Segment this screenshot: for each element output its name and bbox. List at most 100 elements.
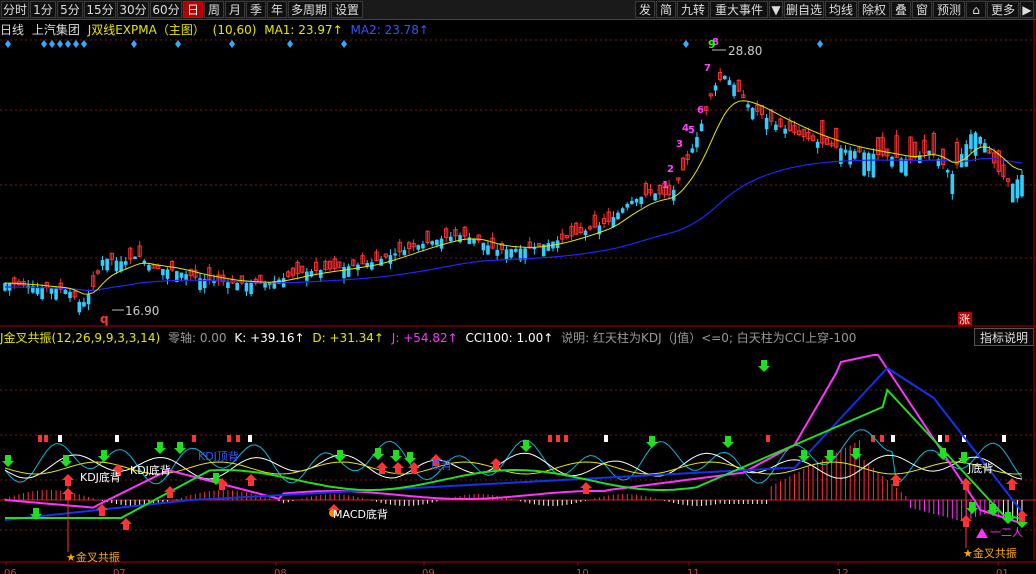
toolbar-button-5[interactable]: 删自选 bbox=[784, 1, 824, 18]
toolbar-button-6[interactable]: 均线 bbox=[825, 1, 857, 18]
month-label: 08 bbox=[274, 568, 287, 574]
candle bbox=[685, 150, 690, 166]
candle bbox=[931, 131, 936, 159]
candle bbox=[179, 272, 184, 282]
candle bbox=[806, 127, 811, 142]
candle bbox=[1020, 170, 1024, 198]
period-tab-6[interactable]: 日 bbox=[183, 1, 203, 18]
candle bbox=[848, 146, 852, 168]
signal-diamond bbox=[683, 40, 689, 48]
period-tab-3[interactable]: 15分 bbox=[84, 1, 116, 18]
candle bbox=[147, 263, 151, 273]
month-label: 01 bbox=[996, 568, 1009, 574]
candle bbox=[945, 168, 950, 178]
candle bbox=[35, 282, 40, 296]
down-arrow bbox=[2, 455, 14, 467]
period-tab-12[interactable]: 设置 bbox=[331, 1, 363, 18]
kline-chart[interactable]: 1234 5678 28.80 16.90 q 9 涨 KDJ底背 KDJ底背 K… bbox=[0, 0, 1036, 574]
candle bbox=[732, 82, 736, 99]
period-tab-7[interactable]: 周 bbox=[204, 1, 224, 18]
candle bbox=[486, 240, 490, 255]
indicator-description: 说明: 红天柱为KDJ（J值）<=0; 白天柱为CCI上穿-100 bbox=[561, 331, 857, 345]
candle bbox=[244, 281, 249, 297]
candle bbox=[588, 224, 593, 231]
toolbar: 分时 1分 5分 15分 30分 60分日周月季年多周期 设置 发简九转 重大事件 ▼ 删自选 均线除… bbox=[0, 0, 1036, 20]
period-tab-10[interactable]: 年 bbox=[267, 1, 287, 18]
month-label: 07 bbox=[113, 568, 126, 574]
toolbar-button-7[interactable]: 除权 bbox=[858, 1, 890, 18]
cci-line bbox=[4, 429, 1023, 485]
candle bbox=[188, 268, 193, 282]
zhang-badge: 涨 bbox=[958, 312, 972, 326]
candle bbox=[21, 278, 26, 289]
period-tab-8[interactable]: 月 bbox=[225, 1, 245, 18]
period-tab-9[interactable]: 季 bbox=[246, 1, 266, 18]
period-tab-2[interactable]: 5分 bbox=[57, 1, 83, 18]
candle bbox=[815, 138, 820, 154]
toolbar-button-8[interactable]: 叠 bbox=[891, 1, 911, 18]
toolbar-button-11[interactable]: ⌂ bbox=[966, 1, 986, 18]
sky-pillar-markers bbox=[38, 435, 1006, 442]
candle bbox=[987, 145, 992, 155]
down-arrow bbox=[758, 360, 770, 372]
down-arrow bbox=[174, 442, 186, 454]
sky-pillar bbox=[766, 435, 770, 442]
down-arrow bbox=[404, 452, 416, 464]
toolbar-button-12[interactable]: 更多 bbox=[987, 1, 1019, 18]
candle bbox=[518, 244, 523, 262]
candle bbox=[72, 289, 77, 300]
up-arrow bbox=[216, 478, 228, 490]
candle bbox=[913, 141, 918, 162]
signal-diamond bbox=[81, 40, 87, 48]
kdj-bottom-label-1: KDJ底背 bbox=[80, 470, 121, 484]
toolbar-button-4[interactable]: ▼ bbox=[769, 1, 783, 18]
sub-annotations: KDJ底背 KDJ底背 KDJ顶背 顶背 MACD底背 ★金叉共振 ★金叉共振 … bbox=[66, 449, 1023, 564]
period-tab-0[interactable]: 分时 bbox=[1, 1, 29, 18]
candle bbox=[774, 121, 778, 133]
sequence-number: 5 bbox=[688, 125, 695, 136]
stock-name[interactable]: 上汽集团 bbox=[32, 23, 80, 37]
period-tab-11[interactable]: 多周期 bbox=[288, 1, 330, 18]
high-price-label: 28.80 bbox=[728, 44, 762, 58]
candle bbox=[430, 240, 435, 247]
candle bbox=[978, 136, 983, 147]
candle bbox=[277, 277, 281, 284]
candle bbox=[954, 137, 960, 169]
indicator-explain-button[interactable]: 指标说明 bbox=[974, 328, 1034, 346]
down-arrow bbox=[334, 450, 346, 462]
sequence-number: 7 bbox=[704, 63, 711, 74]
down-arrow bbox=[937, 448, 949, 460]
sub-indicator-name[interactable]: J金叉共振(12,26,9,9,3,3,14) bbox=[0, 331, 160, 345]
toolbar-button-13[interactable]: ▶ bbox=[1020, 1, 1034, 18]
candle bbox=[536, 243, 542, 247]
toolbar-button-0[interactable]: 发 bbox=[635, 1, 655, 18]
period-tab-4[interactable]: 30分 bbox=[117, 1, 149, 18]
month-label: 09 bbox=[422, 568, 435, 574]
candle bbox=[787, 117, 792, 132]
sequence-number: 6 bbox=[697, 105, 704, 116]
toolbar-button-2[interactable]: 九转 bbox=[677, 1, 709, 18]
toolbar-button-1[interactable]: 简 bbox=[656, 1, 676, 18]
candle bbox=[824, 137, 830, 145]
main-indicator-header: 日线 上汽集团 J双线EXPMA（主图） (10,60) MA1: 23.97↑… bbox=[0, 21, 433, 37]
toolbar-button-9[interactable]: 窗 bbox=[912, 1, 932, 18]
month-axis-labels: 06 07 08 09 10 11 12 01 bbox=[4, 562, 1009, 574]
toolbar-button-3[interactable]: 重大事件 bbox=[710, 1, 768, 18]
candle bbox=[77, 299, 82, 315]
candle bbox=[462, 225, 467, 241]
candle bbox=[137, 240, 142, 258]
candle bbox=[305, 268, 309, 287]
main-indicator-name[interactable]: J双线EXPMA（主图） bbox=[88, 23, 205, 37]
down-arrow bbox=[646, 436, 658, 448]
candle bbox=[393, 248, 397, 262]
candle bbox=[495, 244, 500, 260]
candle bbox=[170, 259, 175, 273]
period-tab-1[interactable]: 1分 bbox=[30, 1, 56, 18]
candle bbox=[481, 242, 486, 255]
cci-value: CCI100: 1.00↑ bbox=[465, 331, 554, 345]
toolbar-button-10[interactable]: 预测 bbox=[933, 1, 965, 18]
down-arrow bbox=[98, 450, 110, 462]
candle bbox=[853, 148, 857, 161]
period-tab-5[interactable]: 60分 bbox=[150, 1, 182, 18]
candle bbox=[383, 253, 388, 259]
